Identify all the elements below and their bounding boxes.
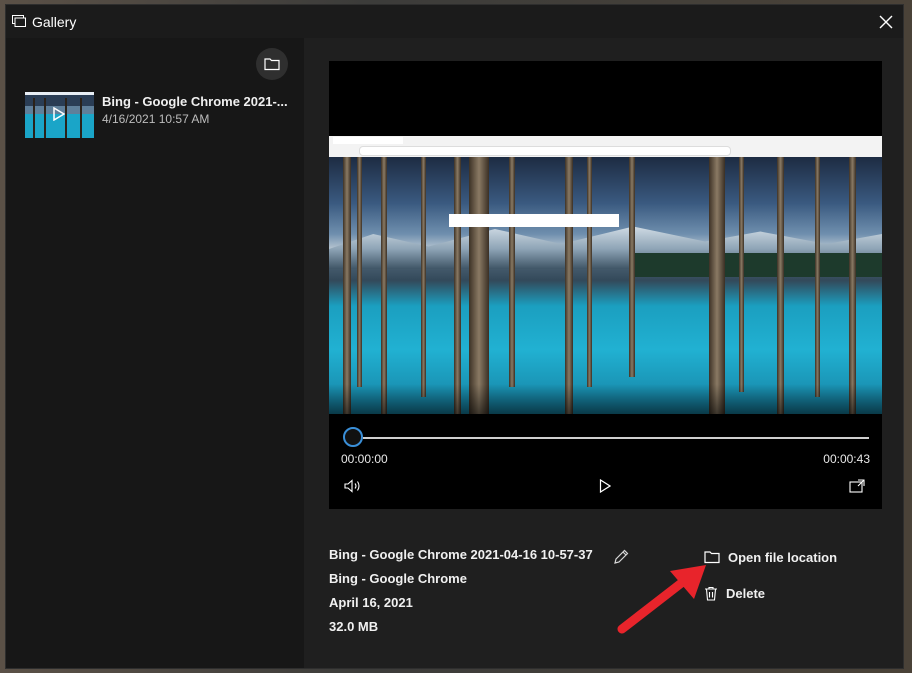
folder-icon (264, 58, 280, 71)
volume-button[interactable] (342, 475, 364, 497)
video-player[interactable]: 00:00:00 00:00:43 (329, 61, 882, 509)
play-icon (53, 107, 65, 121)
recording-filename: Bing - Google Chrome 2021-04-16 10-57-37 (329, 547, 593, 562)
expand-icon (849, 479, 865, 493)
close-icon (879, 15, 893, 29)
volume-icon (344, 479, 360, 493)
fullscreen-button[interactable] (846, 475, 868, 497)
gallery-item-title: Bing - Google Chrome 2021-... (102, 94, 288, 109)
gallery-sidebar: Bing - Google Chrome 2021-... 4/16/2021 … (6, 38, 304, 668)
recorded-browser-toolbar (329, 136, 882, 158)
total-duration: 00:00:43 (823, 452, 870, 466)
gallery-item-date: 4/16/2021 10:57 AM (102, 112, 210, 126)
open-folder-button[interactable] (256, 48, 288, 80)
video-scene (329, 157, 882, 414)
recording-size: 32.0 MB (329, 619, 379, 634)
annotation-arrow (617, 565, 706, 634)
seek-bar[interactable] (363, 437, 869, 439)
gallery-icon (12, 15, 26, 27)
window-title: Gallery (32, 14, 77, 30)
seek-thumb[interactable] (343, 427, 363, 447)
open-file-location-button[interactable]: Open file location (704, 547, 837, 567)
current-time: 00:00:00 (341, 452, 388, 466)
play-button[interactable] (594, 475, 616, 497)
play-icon (599, 479, 611, 493)
video-thumbnail (25, 92, 94, 138)
recording-app: Bing - Google Chrome (329, 571, 467, 586)
close-button[interactable] (875, 11, 897, 33)
gallery-window: Gallery Bing - Google Chrome 2021-... 4/… (5, 4, 904, 669)
video-frame (329, 136, 882, 414)
recording-date: April 16, 2021 (329, 595, 413, 610)
delete-label: Delete (726, 585, 766, 601)
gallery-item[interactable]: Bing - Google Chrome 2021-... 4/16/2021 … (25, 92, 297, 140)
recorded-search-box (449, 214, 619, 227)
title-bar: Gallery (6, 5, 903, 38)
open-file-location-label: Open file location (728, 549, 838, 565)
